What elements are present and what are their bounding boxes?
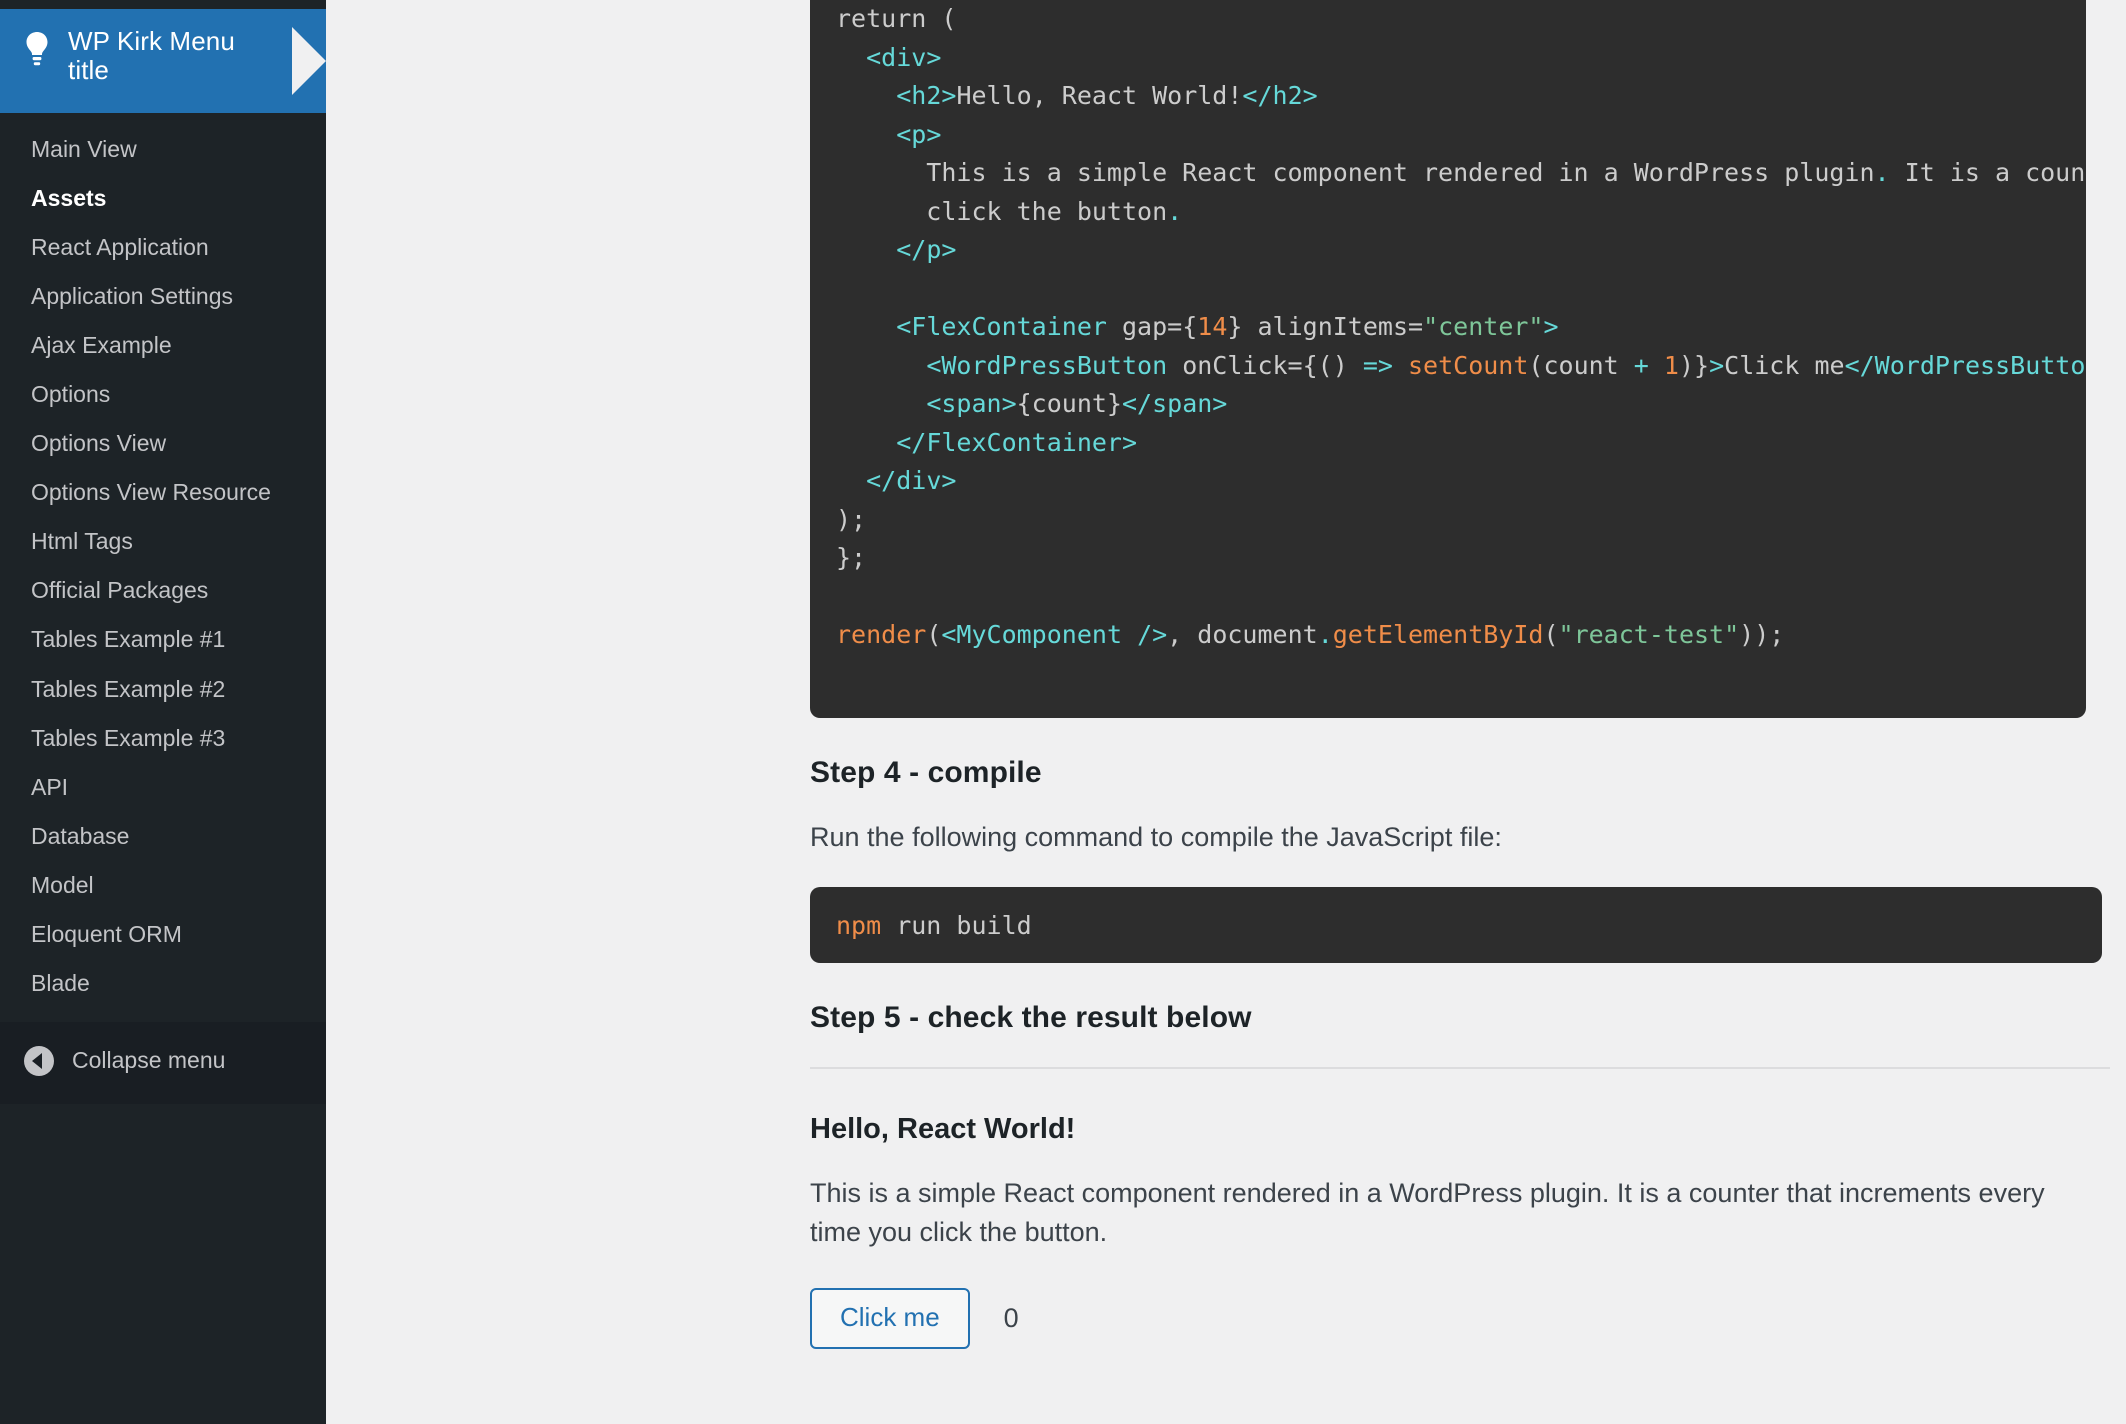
sidebar-item-application-settings[interactable]: Application Settings xyxy=(0,272,326,321)
admin-sidebar: WP Kirk Menu title Main ViewAssetsReact … xyxy=(0,0,326,1424)
content-inner: return ( <div> <h2>Hello, React World!</… xyxy=(810,0,2126,1349)
jsx-code-block[interactable]: return ( <div> <h2>Hello, React World!</… xyxy=(810,0,2086,718)
menu-header[interactable]: WP Kirk Menu title xyxy=(0,9,326,113)
sidebar-item-options-view-resource[interactable]: Options View Resource xyxy=(0,468,326,517)
collapse-menu-label: Collapse menu xyxy=(72,1047,225,1074)
counter-value: 0 xyxy=(1004,1303,1019,1334)
sidebar-item-ajax-example[interactable]: Ajax Example xyxy=(0,321,326,370)
content-area: return ( <div> <h2>Hello, React World!</… xyxy=(326,0,2126,1424)
sidebar-item-model[interactable]: Model xyxy=(0,861,326,910)
sidebar-item-api[interactable]: API xyxy=(0,763,326,812)
lightbulb-icon xyxy=(22,31,52,69)
react-counter-row: Click me 0 xyxy=(810,1288,2126,1349)
sidebar-item-official-packages[interactable]: Official Packages xyxy=(0,566,326,615)
react-result-title: Hello, React World! xyxy=(810,1113,2126,1146)
step5-heading: Step 5 - check the result below xyxy=(810,1001,2126,1035)
section-divider xyxy=(810,1067,2110,1069)
sidebar-item-options[interactable]: Options xyxy=(0,370,326,419)
sidebar-item-react-application[interactable]: React Application xyxy=(0,223,326,272)
shell-command-content: npm run build xyxy=(836,913,1032,938)
arrow-left-circle-icon xyxy=(24,1046,54,1076)
admin-screen: WP Kirk Menu title Main ViewAssetsReact … xyxy=(0,0,2126,1424)
sidebar-item-eloquent-orm[interactable]: Eloquent ORM xyxy=(0,910,326,959)
sidebar-menu-list: Main ViewAssetsReact ApplicationApplicat… xyxy=(0,113,326,1016)
step4-heading: Step 4 - compile xyxy=(810,756,2126,790)
sidebar-item-options-view[interactable]: Options View xyxy=(0,419,326,468)
sidebar-footer: Collapse menu xyxy=(0,1022,326,1104)
menu-header-title: WP Kirk Menu title xyxy=(68,27,278,84)
sidebar-item-assets[interactable]: Assets xyxy=(0,174,326,223)
sidebar-item-tables-example-3[interactable]: Tables Example #3 xyxy=(0,714,326,763)
sidebar-item-tables-example-2[interactable]: Tables Example #2 xyxy=(0,665,326,714)
jsx-code-content: return ( <div> <h2>Hello, React World!</… xyxy=(836,4,2086,649)
shell-command-block[interactable]: npm run build xyxy=(810,887,2102,963)
collapse-menu-button[interactable]: Collapse menu xyxy=(0,1040,326,1082)
sidebar-item-main-view[interactable]: Main View xyxy=(0,125,326,174)
sidebar-item-html-tags[interactable]: Html Tags xyxy=(0,517,326,566)
click-me-button[interactable]: Click me xyxy=(810,1288,970,1349)
sidebar-item-tables-example-1[interactable]: Tables Example #1 xyxy=(0,615,326,664)
menu-current-arrow-icon xyxy=(292,27,326,95)
step4-description: Run the following command to compile the… xyxy=(810,818,2060,857)
sidebar-item-database[interactable]: Database xyxy=(0,812,326,861)
react-result-text: This is a simple React component rendere… xyxy=(810,1174,2060,1252)
sidebar-item-blade[interactable]: Blade xyxy=(0,959,326,1008)
sidebar-scroll-area: WP Kirk Menu title Main ViewAssetsReact … xyxy=(0,0,326,1104)
